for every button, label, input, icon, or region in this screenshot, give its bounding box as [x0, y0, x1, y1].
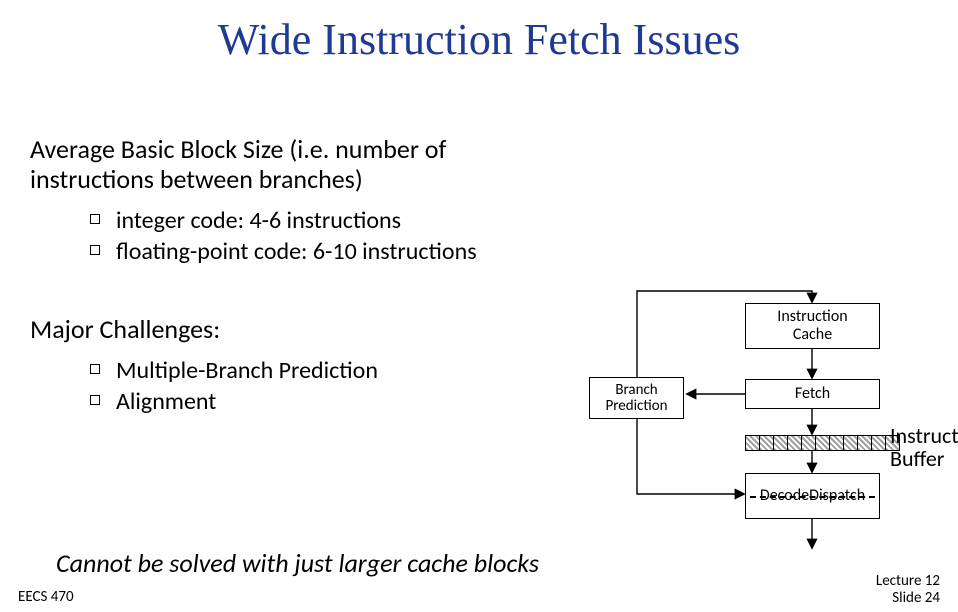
bullet-item: Multiple-Branch Prediction [90, 355, 378, 386]
square-bullet-icon [90, 395, 100, 405]
slide: Wide Instruction Fetch Issues Average Ba… [0, 0, 958, 612]
bullet-item: Alignment [90, 386, 378, 417]
footer-slide: Slide 24 [876, 590, 940, 607]
challenges-heading: Major Challenges: [30, 315, 220, 345]
challenges-bullets: Multiple-Branch Prediction Alignment [90, 355, 378, 417]
avg-block-heading: Average Basic Block Size (i.e. number of… [30, 135, 550, 195]
diagram-arrows [540, 285, 950, 565]
footer-lecture: Lecture 12 [876, 573, 940, 590]
bullet-text: integer code: 4-6 instructions [116, 206, 401, 235]
square-bullet-icon [90, 364, 100, 374]
square-bullet-icon [90, 245, 100, 255]
slide-title: Wide Instruction Fetch Issues [0, 14, 958, 65]
square-bullet-icon [90, 214, 100, 224]
bullet-text: Alignment [116, 387, 216, 416]
conclusion-text: Cannot be solved with just larger cache … [56, 547, 539, 579]
avg-block-bullets: integer code: 4-6 instructions floating-… [90, 205, 477, 267]
bullet-item: integer code: 4-6 instructions [90, 205, 477, 236]
footer-course: EECS 470 [18, 588, 74, 606]
bullet-item: floating-point code: 6-10 instructions [90, 236, 477, 267]
bullet-text: floating-point code: 6-10 instructions [116, 237, 477, 266]
footer-right: Lecture 12 Slide 24 [876, 573, 940, 606]
bullet-text: Multiple-Branch Prediction [116, 356, 378, 385]
pipeline-diagram: Instruction Cache Fetch Branch Predictio… [540, 285, 950, 565]
